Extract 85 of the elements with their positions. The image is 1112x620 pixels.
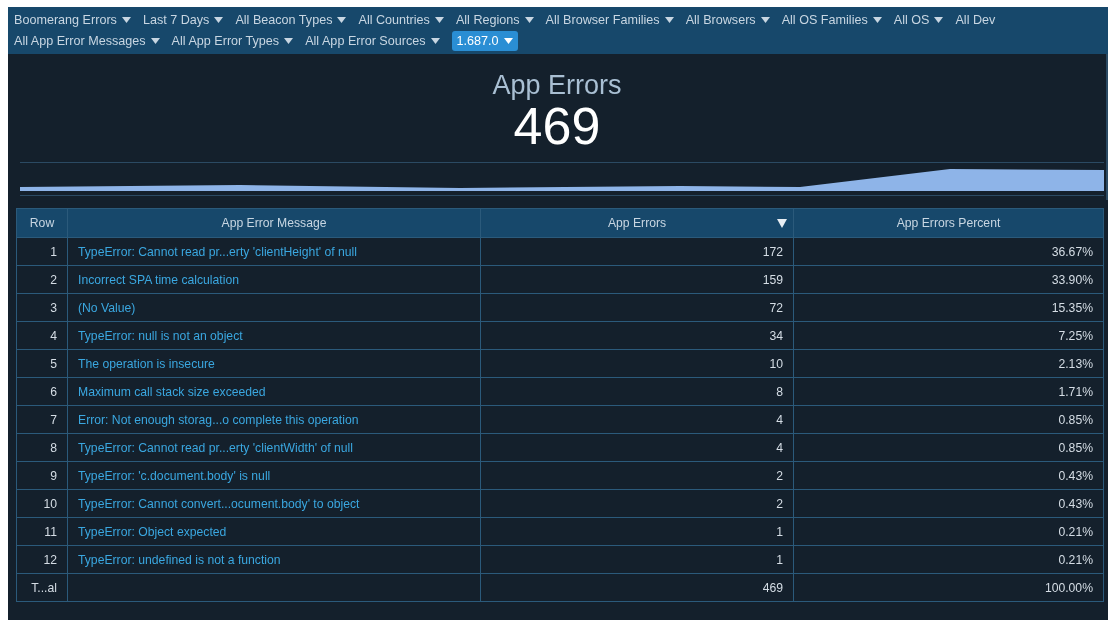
table-cell: 4 bbox=[480, 433, 794, 462]
total-label: T...al bbox=[16, 573, 68, 602]
row-number: 8 bbox=[16, 433, 68, 462]
table-cell: 0.85% bbox=[793, 433, 1104, 462]
table-cell: 72 bbox=[480, 293, 794, 322]
table-cell: 2 bbox=[480, 461, 794, 490]
error-message-link[interactable]: The operation is insecure bbox=[67, 349, 481, 378]
filter-dropdown[interactable]: Boomerang Errors bbox=[14, 10, 142, 30]
table-cell: 159 bbox=[480, 265, 794, 294]
table-cell: 8 bbox=[480, 377, 794, 406]
kpi-title: App Errors bbox=[492, 69, 622, 100]
error-message-link[interactable]: TypeError: Object expected bbox=[67, 517, 481, 546]
caret-icon bbox=[337, 17, 347, 23]
table-cell: 0.43% bbox=[793, 489, 1104, 518]
filter-dropdown[interactable]: All Browsers bbox=[685, 10, 781, 30]
row-number: 3 bbox=[16, 293, 68, 322]
row-number: 5 bbox=[16, 349, 68, 378]
caret-icon bbox=[503, 38, 513, 44]
filter-dropdown[interactable]: All Browser Families bbox=[545, 10, 685, 30]
row-number: 1 bbox=[16, 237, 68, 266]
table-cell: 0.85% bbox=[793, 405, 1104, 434]
column-header[interactable]: App Error Message bbox=[67, 208, 481, 238]
table-cell: 36.67% bbox=[793, 237, 1104, 266]
row-number: 7 bbox=[16, 405, 68, 434]
filter-dropdown[interactable]: All App Error Types bbox=[171, 31, 305, 51]
caret-icon bbox=[121, 17, 131, 23]
error-message-link[interactable]: TypeError: Cannot convert...ocument.body' to object bbox=[67, 489, 481, 518]
filter-dropdown[interactable]: All OS bbox=[893, 10, 955, 30]
table-cell: 34 bbox=[480, 321, 794, 350]
table-cell: 0.21% bbox=[793, 545, 1104, 574]
row-number: 12 bbox=[16, 545, 68, 574]
caret-icon bbox=[760, 17, 770, 23]
table-cell: 2.13% bbox=[793, 349, 1104, 378]
table-cell: 15.35% bbox=[793, 293, 1104, 322]
error-message-link[interactable]: TypeError: null is not an object bbox=[67, 321, 481, 350]
filter-dropdown[interactable]: All Regions bbox=[455, 10, 545, 30]
caret-icon bbox=[434, 17, 444, 23]
error-message-link[interactable]: TypeError: Cannot read pr...erty 'clientHeight' of null bbox=[67, 237, 481, 266]
column-header[interactable]: App Errors Percent bbox=[793, 208, 1104, 238]
column-header[interactable]: App Errors bbox=[480, 208, 794, 238]
filter-dropdown[interactable]: All OS Families bbox=[781, 10, 893, 30]
caret-icon bbox=[664, 17, 674, 23]
table-cell: 1 bbox=[480, 545, 794, 574]
error-message-link[interactable]: (No Value) bbox=[67, 293, 481, 322]
row-number: 9 bbox=[16, 461, 68, 490]
table-cell: 100.00% bbox=[793, 573, 1104, 602]
caret-icon bbox=[430, 38, 440, 44]
row-number: 11 bbox=[16, 517, 68, 546]
error-message-link[interactable]: Maximum call stack size exceeded bbox=[67, 377, 481, 406]
caret-icon bbox=[214, 17, 224, 23]
error-message-link[interactable]: Incorrect SPA time calculation bbox=[67, 265, 481, 294]
table-cell: 1.71% bbox=[793, 377, 1104, 406]
filter-dropdown[interactable]: All App Error Sources bbox=[305, 31, 451, 51]
table-cell: 2 bbox=[480, 489, 794, 518]
row-number: 6 bbox=[16, 377, 68, 406]
caret-icon bbox=[934, 17, 944, 23]
caret-icon bbox=[872, 17, 882, 23]
error-message-link[interactable]: Error: Not enough storag...o complete this operation bbox=[67, 405, 481, 434]
error-message-link[interactable]: TypeError: undefined is not a function bbox=[67, 545, 481, 574]
error-message-link[interactable]: TypeError: 'c.document.body' is null bbox=[67, 461, 481, 490]
caret-icon bbox=[284, 38, 294, 44]
table-cell: 33.90% bbox=[793, 265, 1104, 294]
filter-dropdown[interactable]: Last 7 Days bbox=[142, 10, 235, 30]
filter-dropdown[interactable]: All App Error Messages bbox=[14, 31, 171, 51]
caret-icon bbox=[150, 38, 160, 44]
kpi-value: 469 bbox=[513, 100, 601, 152]
caret-icon bbox=[524, 17, 534, 23]
table-cell: 10 bbox=[480, 349, 794, 378]
table-cell: 7.25% bbox=[793, 321, 1104, 350]
filter-dropdown[interactable]: 1.687.0 bbox=[451, 31, 518, 51]
table-cell: 469 bbox=[480, 573, 794, 602]
sort-descending-icon bbox=[777, 219, 787, 228]
row-number: 10 bbox=[16, 489, 68, 518]
table-cell: 0.21% bbox=[793, 517, 1104, 546]
filter-dropdown[interactable]: All Beacon Types bbox=[235, 10, 358, 30]
filter-dropdown[interactable]: All Countries bbox=[358, 10, 455, 30]
column-header[interactable]: Row bbox=[16, 208, 68, 238]
filter-dropdown[interactable]: All Dev bbox=[955, 10, 1007, 30]
table-cell: 1 bbox=[480, 517, 794, 546]
table-cell: 172 bbox=[480, 237, 794, 266]
table-cell: 0.43% bbox=[793, 461, 1104, 490]
row-number: 2 bbox=[16, 265, 68, 294]
row-number: 4 bbox=[16, 321, 68, 350]
error-message-link[interactable]: TypeError: Cannot read pr...erty 'clientWidth' of null bbox=[67, 433, 481, 462]
table-cell: 4 bbox=[480, 405, 794, 434]
